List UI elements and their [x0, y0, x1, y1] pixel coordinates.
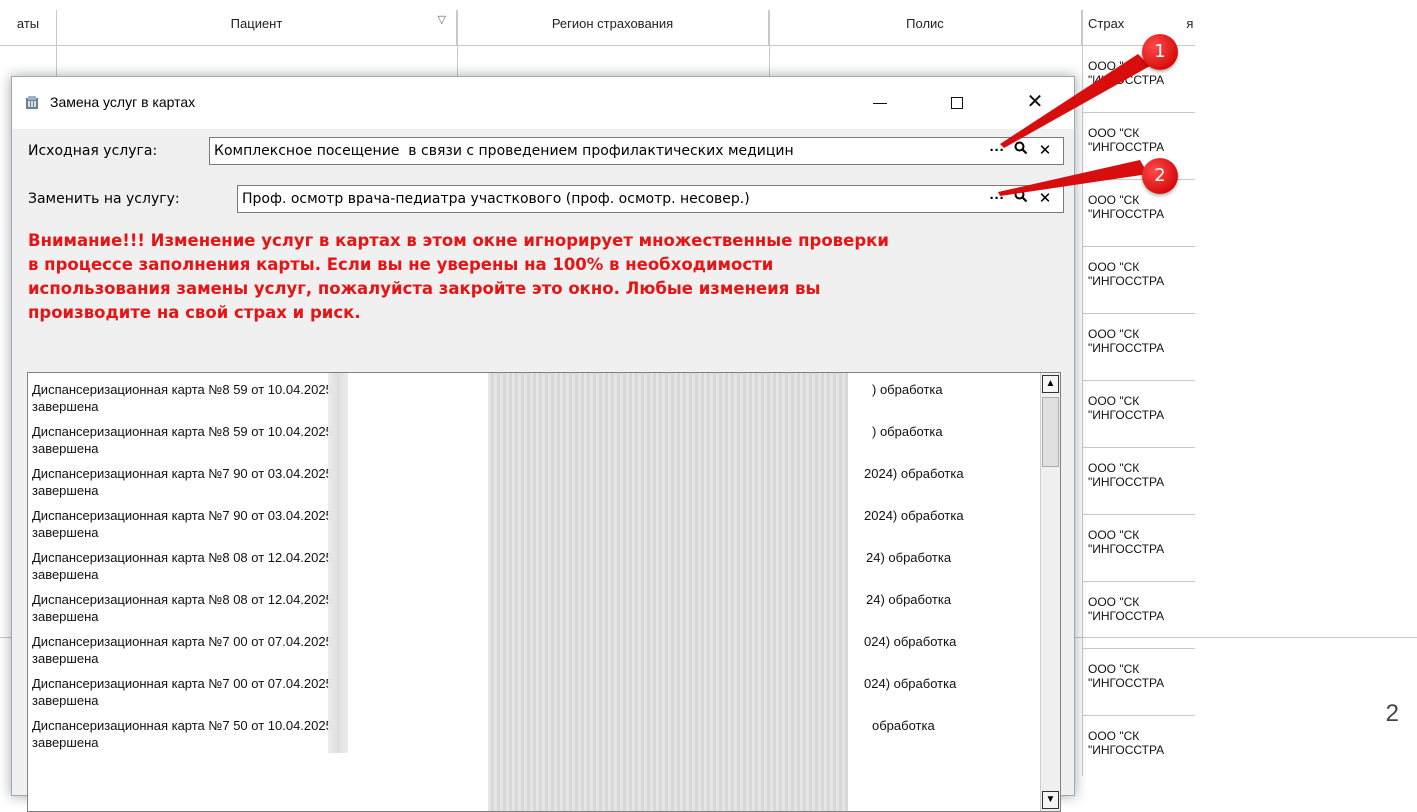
- warning-message: Внимание!!! Изменение услуг в картах в э…: [28, 231, 889, 322]
- maximize-button[interactable]: [934, 85, 980, 119]
- arrow-up-icon: ▲: [1045, 378, 1056, 389]
- minimize-icon: [873, 102, 887, 104]
- list-scrollbar[interactable]: ▲ ▼: [1040, 373, 1060, 811]
- dialog-title: Замена услуг в картах: [50, 94, 196, 110]
- redaction-blur: [488, 373, 848, 811]
- callout-badge-2: 2: [1142, 158, 1178, 194]
- app-icon: [26, 96, 38, 109]
- table-cell[interactable]: ООО "СК "ИНГОССТРА: [1082, 314, 1195, 381]
- column-header-insurance-region[interactable]: Регион страхования: [457, 10, 769, 46]
- dialog-titlebar[interactable]: Замена услуг в картах ✕: [12, 77, 1074, 129]
- table-cell[interactable]: ООО "СК "ИНГОССТРА: [1082, 716, 1195, 776]
- table-cell[interactable]: ООО "СК "ИНГОССТРА: [1082, 448, 1195, 515]
- arrow-down-icon: ▼: [1045, 794, 1056, 805]
- replace-services-dialog: Замена услуг в картах ✕ Исходная услуга:…: [11, 76, 1076, 812]
- maximize-icon: [951, 97, 963, 110]
- replace-service-field: ··· ✕: [237, 185, 1064, 213]
- source-service-label: Исходная услуга:: [28, 143, 158, 159]
- table-cell[interactable]: ООО "СК "ИНГОССТРА: [1082, 582, 1195, 649]
- page-number: 2: [1385, 700, 1399, 727]
- table-cell[interactable]: ООО "СК "ИНГОССТРА: [1082, 247, 1195, 314]
- sort-indicator-icon: ▽: [437, 14, 446, 26]
- replace-service-row: Заменить на услугу: ··· ✕: [12, 185, 1076, 215]
- table-cell[interactable]: ООО "СК "ИНГОССТРА: [1082, 515, 1195, 582]
- grid-divider: [769, 10, 770, 80]
- source-service-row: Исходная услуга: ··· ✕: [12, 137, 1076, 167]
- grid-divider: [56, 10, 57, 80]
- replace-service-input[interactable]: [242, 189, 982, 209]
- scroll-down-button[interactable]: ▼: [1042, 791, 1059, 809]
- redaction-blur: [328, 373, 348, 753]
- minimize-button[interactable]: [857, 85, 903, 119]
- column-header-date[interactable]: аты: [0, 10, 57, 46]
- processing-log-list[interactable]: Диспансеризационная карта №8 59 от 10.04…: [27, 372, 1061, 812]
- table-cell[interactable]: ООО "СК "ИНГОССТРА: [1082, 381, 1195, 448]
- replace-service-label: Заменить на услугу:: [28, 191, 180, 207]
- column-header-patient[interactable]: Пациент ▽: [57, 10, 457, 46]
- scroll-thumb[interactable]: [1042, 397, 1059, 467]
- source-service-field: ··· ✕: [209, 137, 1064, 165]
- source-service-input[interactable]: [214, 141, 986, 161]
- callout-badge-1: 1: [1142, 34, 1178, 70]
- table-cell[interactable]: ООО "СК "ИНГОССТРА: [1082, 649, 1195, 716]
- grid-divider: [457, 10, 458, 80]
- scroll-up-button[interactable]: ▲: [1042, 375, 1059, 393]
